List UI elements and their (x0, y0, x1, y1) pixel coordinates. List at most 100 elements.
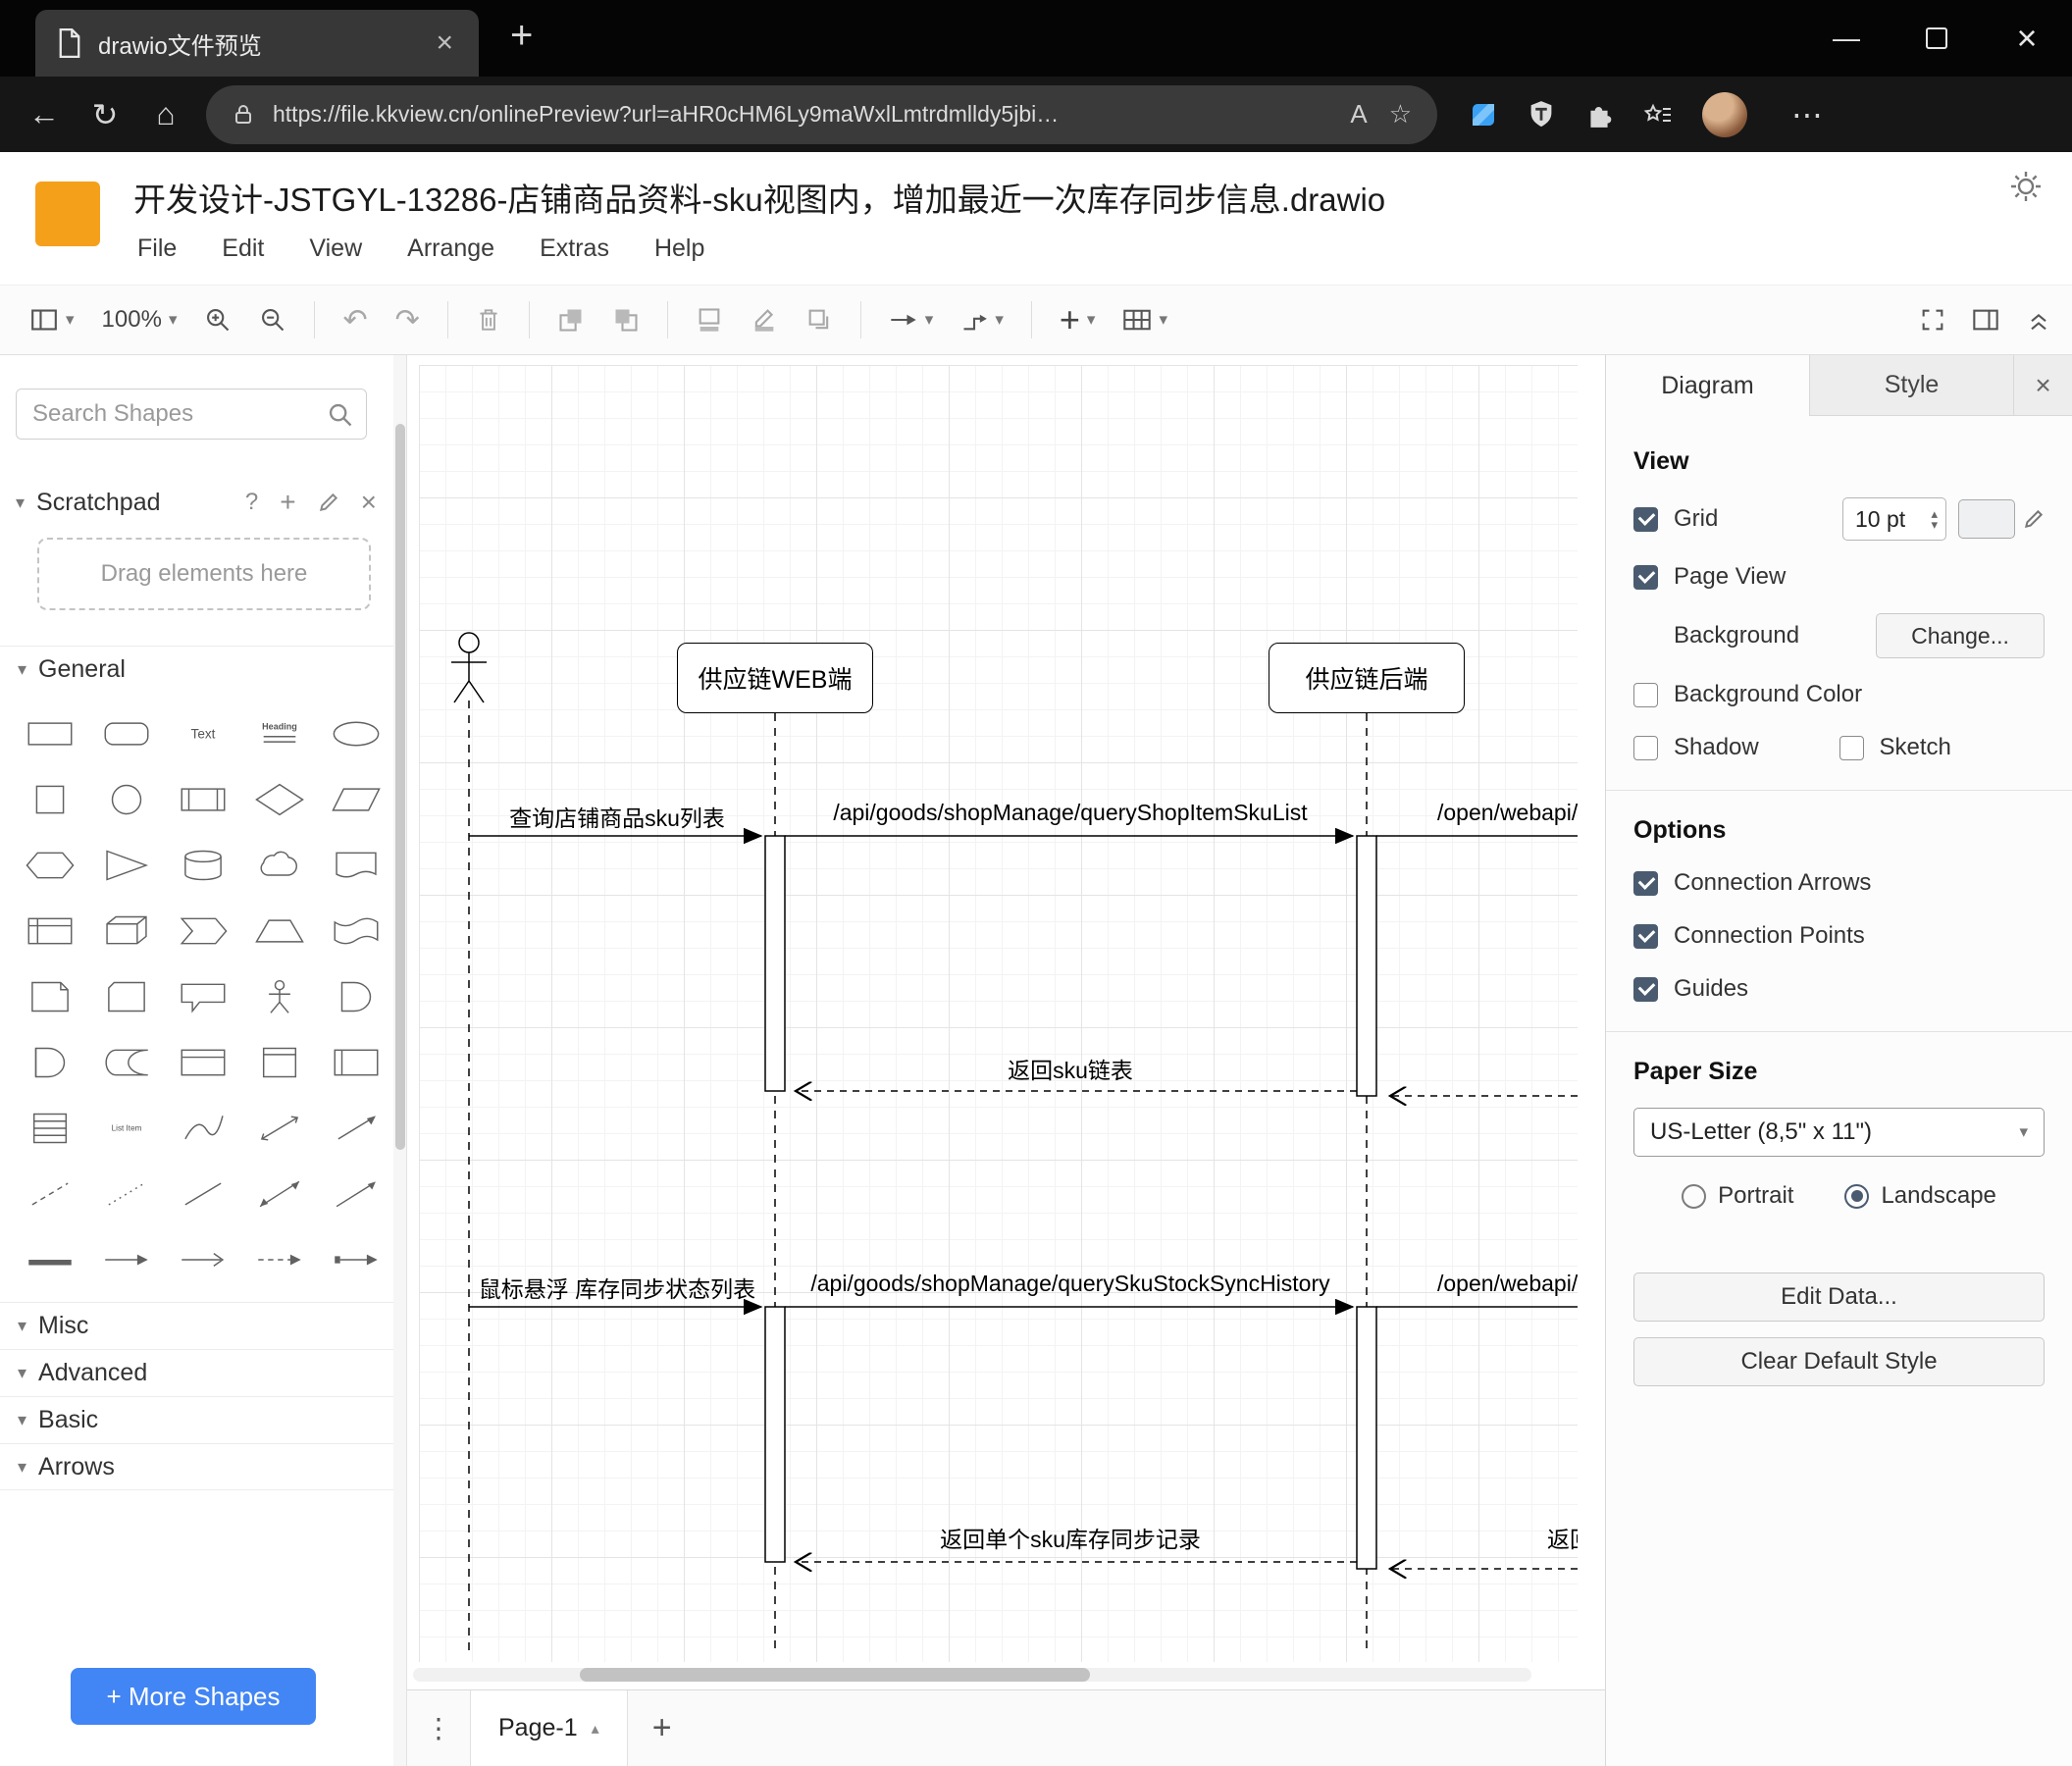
redo-button[interactable]: ↷ (395, 303, 420, 338)
address-bar[interactable]: https://file.kkview.cn/onlinePreview?url… (206, 84, 1437, 144)
directional-connector-shape[interactable] (318, 1161, 394, 1226)
link-shape[interactable] (12, 1226, 88, 1292)
portrait-radio-option[interactable]: Portrait (1682, 1182, 1793, 1210)
tab-diagram[interactable]: Diagram (1606, 355, 1810, 416)
close-panel-icon[interactable]: × (2014, 355, 2072, 415)
cloud-shape[interactable] (241, 832, 318, 898)
home-button[interactable]: ⌂ (135, 96, 196, 132)
browser-tab[interactable]: drawio文件预览 × (35, 10, 479, 77)
scratchpad-dropzone[interactable]: Drag elements here (37, 538, 371, 610)
menu-file[interactable]: File (137, 234, 177, 263)
tape-shape[interactable] (318, 898, 394, 963)
tab-close-icon[interactable]: × (432, 26, 457, 60)
message-label[interactable]: /open/webapi/item (1437, 1271, 1578, 1297)
document-shape[interactable] (318, 832, 394, 898)
background-color-checkbox[interactable] (1633, 682, 1658, 707)
scrollbar-thumb[interactable] (395, 424, 405, 1150)
scrollbar-thumb[interactable] (580, 1668, 1090, 1682)
arrow-shape[interactable] (318, 1095, 394, 1161)
cube-shape[interactable] (88, 898, 165, 963)
section-misc[interactable]: ▾ Misc (0, 1302, 406, 1349)
arrow-right-shape[interactable] (88, 1226, 165, 1292)
refresh-button[interactable]: ↻ (75, 96, 135, 133)
more-shapes-button[interactable]: + More Shapes (71, 1668, 316, 1725)
back-button[interactable]: ← (14, 96, 75, 132)
or-shape[interactable] (318, 963, 394, 1029)
canvas-area[interactable]: 供应链WEB端 供应链后端 查询店铺商品sku列表 /api/goods/sho… (407, 355, 1605, 1766)
collections-icon[interactable] (1469, 100, 1498, 130)
scratchpad-help-icon[interactable]: ? (245, 489, 258, 516)
process-shape[interactable] (165, 766, 241, 832)
favorites-list-icon[interactable] (1643, 100, 1673, 130)
maximize-button[interactable] (1891, 0, 1982, 77)
ellipse-shape[interactable] (318, 701, 394, 766)
clear-default-style-button[interactable]: Clear Default Style (1633, 1337, 2045, 1386)
participant-web[interactable]: 供应链WEB端 (677, 643, 873, 713)
container-shape[interactable] (165, 1029, 241, 1095)
theme-toggle-sun-icon[interactable] (2007, 168, 2045, 205)
zoom-select[interactable]: 100% ▾ (102, 306, 178, 334)
shield-extension-icon[interactable] (1528, 100, 1555, 130)
edit-color-icon[interactable] (2023, 508, 2045, 530)
to-front-button[interactable] (557, 306, 585, 334)
horizontal-scrollbar[interactable] (413, 1668, 1531, 1682)
message-label[interactable]: /api/goods/shopManage/queryShopItemSkuLi… (825, 800, 1316, 826)
section-arrows[interactable]: ▾ Arrows (0, 1443, 406, 1490)
paper-size-select[interactable]: US-Letter (8,5" x 11") ▾ (1633, 1108, 2045, 1157)
sidebar-scrollbar[interactable] (393, 355, 406, 1766)
list-item-shape[interactable]: List Item (88, 1095, 165, 1161)
arrow-right-dashed-shape[interactable] (241, 1226, 318, 1292)
format-panel-toggle-button[interactable] (1972, 307, 1999, 333)
data-storage-shape[interactable] (88, 1029, 165, 1095)
and-shape[interactable] (12, 1029, 88, 1095)
arrow-right-filled-shape[interactable] (318, 1226, 394, 1292)
change-background-button[interactable]: Change... (1876, 613, 2045, 658)
fill-color-button[interactable] (696, 306, 723, 334)
connection-arrows-checkbox[interactable] (1633, 870, 1658, 896)
actor-shape[interactable] (241, 963, 318, 1029)
page-tab[interactable]: Page-1 ▴ (470, 1690, 628, 1766)
parallelogram-shape[interactable] (318, 766, 394, 832)
portrait-radio[interactable] (1682, 1183, 1707, 1209)
trapezoid-shape[interactable] (241, 898, 318, 963)
step-shape[interactable] (165, 898, 241, 963)
read-aloud-icon[interactable]: A (1350, 99, 1367, 130)
menu-extras[interactable]: Extras (540, 234, 609, 263)
message-label[interactable]: 查询店铺商品sku列表 (475, 800, 759, 833)
stepper-arrows-icon[interactable]: ▴ ▾ (1931, 507, 1938, 531)
grid-color-swatch[interactable] (1958, 499, 2015, 539)
fullscreen-button[interactable] (1919, 306, 1946, 334)
curve-shape[interactable] (165, 1095, 241, 1161)
square-shape[interactable] (12, 766, 88, 832)
note-shape[interactable] (12, 963, 88, 1029)
diamond-shape[interactable] (241, 766, 318, 832)
to-back-button[interactable] (612, 306, 640, 334)
sequence-diagram[interactable] (419, 365, 1578, 1662)
insert-button[interactable]: + ▾ (1060, 299, 1096, 340)
menu-view[interactable]: View (309, 234, 362, 263)
grid-checkbox[interactable] (1633, 506, 1658, 532)
card-shape[interactable] (88, 963, 165, 1029)
section-general[interactable]: ▾ General (0, 646, 406, 693)
undo-button[interactable]: ↶ (342, 303, 367, 338)
horizontal-container-shape[interactable] (318, 1029, 394, 1095)
section-advanced[interactable]: ▾ Advanced (0, 1349, 406, 1396)
add-page-button[interactable]: + (628, 1709, 697, 1747)
scratchpad-edit-icon[interactable] (318, 492, 339, 513)
circle-shape[interactable] (88, 766, 165, 832)
message-label[interactable]: /api/goods/shopManage/querySkuStockSyncH… (805, 1271, 1335, 1297)
participant-backend[interactable]: 供应链后端 (1269, 643, 1465, 713)
favorite-star-icon[interactable]: ☆ (1389, 99, 1412, 130)
scratchpad-add-icon[interactable]: + (280, 487, 295, 518)
list-shape[interactable] (12, 1095, 88, 1161)
heading-shape[interactable]: Heading (241, 701, 318, 766)
menu-arrange[interactable]: Arrange (407, 234, 494, 263)
sketch-checkbox[interactable] (1839, 735, 1864, 760)
arrow-right-open-shape[interactable] (165, 1226, 241, 1292)
menu-edit[interactable]: Edit (222, 234, 264, 263)
landscape-radio[interactable] (1844, 1183, 1870, 1209)
section-basic[interactable]: ▾ Basic (0, 1396, 406, 1443)
pages-menu-icon[interactable]: ⋮ (407, 1712, 470, 1744)
dotted-line-shape[interactable] (88, 1161, 165, 1226)
view-panels-button[interactable]: ▾ (29, 307, 75, 333)
